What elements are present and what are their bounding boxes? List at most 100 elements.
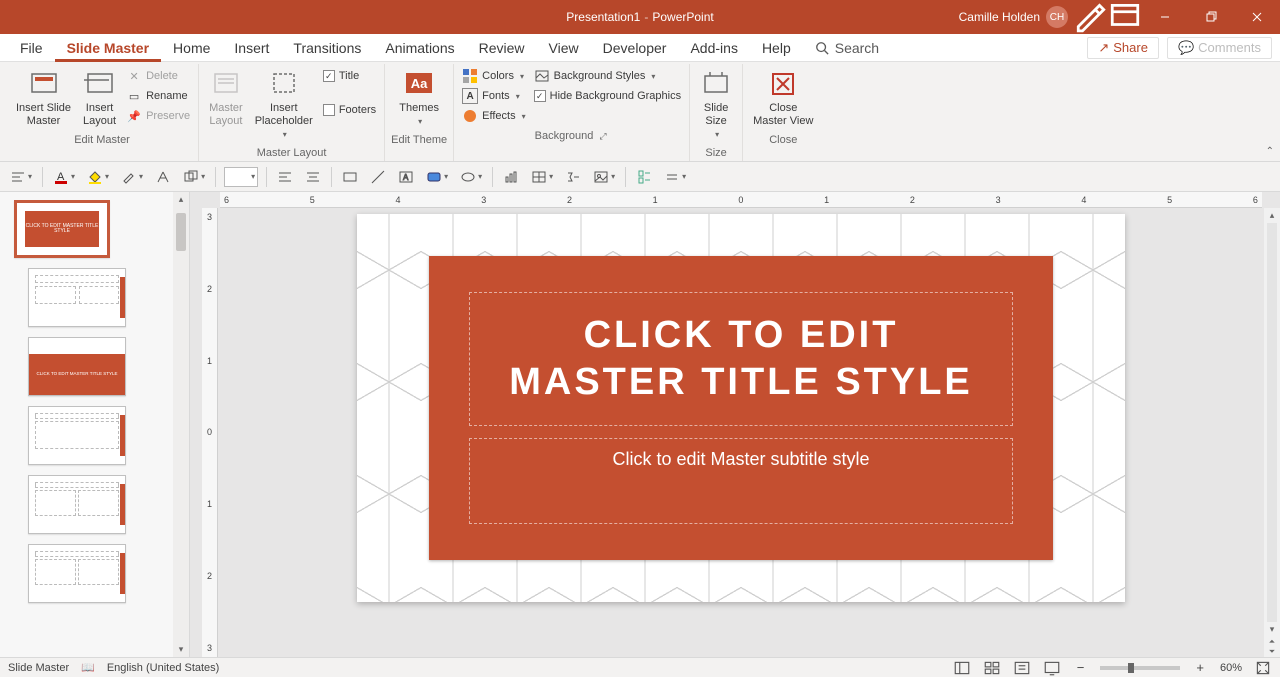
prev-slide-icon[interactable]: ⏶ bbox=[1269, 637, 1275, 647]
tab-slide-master[interactable]: Slide Master bbox=[55, 34, 161, 62]
status-bar: Slide Master 📖 English (United States) −… bbox=[0, 657, 1280, 677]
rename-button[interactable]: ▭Rename bbox=[124, 86, 192, 106]
tell-me-search[interactable]: Search bbox=[803, 40, 891, 56]
delete-icon: ✕ bbox=[126, 68, 142, 84]
scroll-down-icon[interactable]: ▾ bbox=[177, 642, 186, 657]
align-objects-button[interactable]: ▾ bbox=[8, 169, 34, 185]
zoom-level[interactable]: 60% bbox=[1220, 662, 1242, 674]
user-account[interactable]: Camille Holden CH bbox=[959, 6, 1074, 28]
language-label[interactable]: English (United States) bbox=[107, 662, 220, 674]
maximize-button[interactable] bbox=[1188, 0, 1234, 34]
display-options-icon[interactable] bbox=[1108, 0, 1142, 36]
insert-slide-master-button[interactable]: Insert Slide Master bbox=[12, 66, 75, 130]
insert-layout-button[interactable]: Insert Layout bbox=[79, 66, 120, 130]
textbox-button[interactable]: A bbox=[396, 169, 416, 185]
ribbon: Insert Slide Master Insert Layout ✕Delet… bbox=[0, 62, 1280, 162]
slide-canvas[interactable]: Click to edit Master title style Click t… bbox=[357, 214, 1125, 602]
dialog-launcher-icon[interactable]: ⤢ bbox=[597, 131, 608, 142]
align-center-button[interactable] bbox=[303, 169, 323, 185]
close-master-view-button[interactable]: Close Master View bbox=[749, 66, 817, 130]
zoom-slider[interactable] bbox=[1100, 666, 1180, 670]
search-icon bbox=[815, 41, 829, 55]
master-title-placeholder[interactable]: Click to edit Master title style bbox=[469, 292, 1013, 426]
chart-button[interactable] bbox=[501, 169, 521, 185]
slideshow-button[interactable] bbox=[1043, 660, 1061, 676]
normal-view-button[interactable] bbox=[953, 660, 971, 676]
layout-thumbnail[interactable] bbox=[28, 268, 126, 327]
font-color-button[interactable]: A▾ bbox=[51, 169, 77, 185]
layout-thumbnail[interactable] bbox=[28, 544, 126, 603]
collapse-ribbon-button[interactable]: ⌃ bbox=[1266, 146, 1274, 157]
effects-dropdown[interactable]: Effects▾ bbox=[460, 106, 527, 126]
close-master-icon bbox=[767, 68, 799, 100]
zoom-in-button[interactable]: + bbox=[1192, 660, 1208, 675]
master-layout-button[interactable]: Master Layout bbox=[205, 66, 247, 130]
minimize-button[interactable] bbox=[1142, 0, 1188, 34]
vertical-ruler: 3210123 bbox=[202, 208, 218, 657]
group-objects-button[interactable]: ▾ bbox=[181, 169, 207, 185]
layout-thumbnail[interactable]: CLICK TO EDIT MASTER TITLE STYLE bbox=[28, 337, 126, 396]
slide-size-button[interactable]: Slide Size▾ bbox=[696, 66, 736, 143]
equation-button[interactable] bbox=[563, 169, 583, 185]
hide-bg-checkbox[interactable]: Hide Background Graphics bbox=[532, 86, 683, 106]
tab-developer[interactable]: Developer bbox=[591, 34, 679, 62]
more-tools-button[interactable]: ▾ bbox=[662, 169, 688, 185]
tab-file[interactable]: File bbox=[8, 34, 55, 62]
tab-home[interactable]: Home bbox=[161, 34, 222, 62]
thumbnails-scrollbar[interactable]: ▴ ▾ bbox=[173, 192, 189, 657]
share-button[interactable]: ↗Share bbox=[1087, 37, 1159, 59]
master-subtitle-placeholder[interactable]: Click to edit Master subtitle style bbox=[469, 438, 1013, 524]
app-name: PowerPoint bbox=[652, 10, 713, 24]
tab-transitions[interactable]: Transitions bbox=[281, 34, 373, 62]
arrange-button[interactable] bbox=[153, 169, 173, 185]
scroll-up-icon[interactable]: ▴ bbox=[1268, 208, 1277, 223]
spellcheck-icon[interactable]: 📖 bbox=[81, 661, 95, 674]
close-button[interactable] bbox=[1234, 0, 1280, 34]
oval-button[interactable]: ▾ bbox=[458, 169, 484, 185]
fit-to-window-button[interactable] bbox=[1254, 660, 1272, 676]
title-checkbox[interactable]: Title bbox=[321, 66, 378, 86]
bg-styles-dropdown[interactable]: Background Styles▾ bbox=[532, 66, 683, 86]
line-button[interactable] bbox=[368, 169, 388, 185]
tab-review[interactable]: Review bbox=[467, 34, 537, 62]
themes-button[interactable]: Aa Themes▾ bbox=[395, 66, 443, 130]
layout-thumbnail[interactable] bbox=[28, 406, 126, 465]
scroll-up-icon[interactable]: ▴ bbox=[177, 192, 186, 207]
tab-insert[interactable]: Insert bbox=[222, 34, 281, 62]
layout-icon bbox=[84, 68, 116, 100]
next-slide-icon[interactable]: ⏷ bbox=[1269, 647, 1275, 657]
fill-color-button[interactable]: ▾ bbox=[85, 169, 111, 185]
footers-checkbox[interactable]: Footers bbox=[321, 100, 378, 120]
shape-select[interactable]: ▾ bbox=[224, 167, 258, 187]
effects-icon bbox=[462, 108, 478, 124]
scroll-down-icon[interactable]: ▾ bbox=[1268, 622, 1277, 637]
tab-animations[interactable]: Animations bbox=[373, 34, 466, 62]
view-mode-label: Slide Master bbox=[8, 662, 69, 674]
selection-pane-button[interactable] bbox=[634, 169, 654, 185]
rounded-rect-button[interactable]: ▾ bbox=[424, 169, 450, 185]
zoom-out-button[interactable]: − bbox=[1073, 660, 1089, 675]
picture-button[interactable]: ▾ bbox=[591, 169, 617, 185]
comments-icon: 💬 bbox=[1178, 40, 1194, 56]
checkbox-icon bbox=[323, 104, 335, 116]
tab-view[interactable]: View bbox=[537, 34, 591, 62]
align-left-button[interactable] bbox=[275, 169, 295, 185]
fonts-dropdown[interactable]: AFonts▾ bbox=[460, 86, 527, 106]
colors-dropdown[interactable]: Colors▾ bbox=[460, 66, 527, 86]
reading-view-button[interactable] bbox=[1013, 660, 1031, 676]
sorter-view-button[interactable] bbox=[983, 660, 1001, 676]
insert-placeholder-button[interactable]: Insert Placeholder▾ bbox=[251, 66, 317, 143]
table-button[interactable]: ▾ bbox=[529, 169, 555, 185]
outline-color-button[interactable]: ▾ bbox=[119, 169, 145, 185]
tab-addins[interactable]: Add-ins bbox=[678, 34, 749, 62]
layout-thumbnail[interactable] bbox=[28, 475, 126, 534]
editor-scrollbar[interactable]: ▴ ▾ ⏶ ⏷ bbox=[1264, 208, 1280, 657]
slide-editor: 6543210123456 3210123 Click to edit Mast… bbox=[190, 192, 1280, 657]
group-edit-theme: Aa Themes▾ Edit Theme bbox=[385, 64, 454, 161]
comments-button[interactable]: 💬Comments bbox=[1167, 37, 1272, 59]
slide-size-icon bbox=[700, 68, 732, 100]
master-thumbnail[interactable]: CLICK TO EDIT MASTER TITLE STYLE bbox=[14, 200, 110, 258]
tab-help[interactable]: Help bbox=[750, 34, 803, 62]
draw-mode-icon[interactable] bbox=[1074, 0, 1108, 36]
rectangle-button[interactable] bbox=[340, 169, 360, 185]
